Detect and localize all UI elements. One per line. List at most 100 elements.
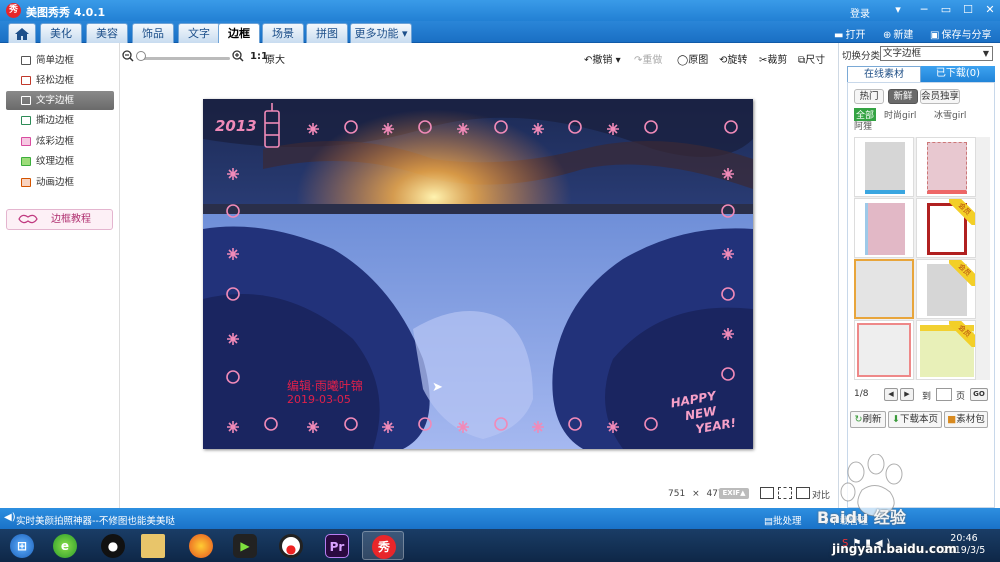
frame-thumbnail[interactable] bbox=[854, 198, 914, 258]
taskbar-firefox[interactable] bbox=[180, 531, 222, 560]
tutorial-label: 边框教程 bbox=[51, 214, 91, 225]
material-pack-button[interactable]: ■素材包 bbox=[944, 411, 988, 428]
original-image-button[interactable]: ◯原图 bbox=[677, 51, 708, 66]
pill-vip-only[interactable]: 会员独享 bbox=[920, 89, 960, 104]
main-tab-bar: 美化 美容 饰品 文字 边框 场景 拼图 更多功能 ▾ ▬ 打开 ⊕ 新建 ▣ 保存与… bbox=[0, 21, 1000, 43]
frame-thumbnail[interactable] bbox=[854, 137, 914, 197]
filter-fashion-girl[interactable]: 时尚girl bbox=[884, 108, 916, 121]
tab-online-materials[interactable]: 在线素材 bbox=[847, 66, 921, 82]
sidebar-item-colorful[interactable]: 炫彩边框 bbox=[6, 132, 114, 151]
pill-hot[interactable]: 热门 bbox=[854, 89, 884, 104]
sidebar-item-texture[interactable]: 纹理边框 bbox=[6, 152, 114, 171]
tab-text[interactable]: 文字 bbox=[178, 23, 220, 43]
edit-toolbar: 1:1 原大 ↶撤销 ▾ ↷重做 ◯原图 ⟲旋转 ✂裁剪 ⧉尺寸 bbox=[122, 47, 834, 69]
tab-frame[interactable]: 边框 bbox=[218, 23, 260, 43]
tab-more[interactable]: 更多功能 ▾ bbox=[350, 23, 412, 43]
close-button[interactable]: ✕ bbox=[982, 3, 998, 17]
exif-button[interactable]: EXIF▲ bbox=[719, 488, 749, 499]
new-button[interactable]: ⊕ 新建 bbox=[883, 26, 913, 41]
frame-thumbnail[interactable]: 会员 bbox=[916, 198, 976, 258]
frame-thumbnail-selected[interactable] bbox=[854, 259, 914, 319]
single-view-icon[interactable] bbox=[760, 487, 774, 499]
taskbar-video-player[interactable]: ▶ bbox=[224, 531, 266, 560]
plus-icon: ⊕ bbox=[883, 30, 892, 41]
restore-button[interactable]: ▭ bbox=[938, 3, 954, 17]
refresh-button[interactable]: ↻刷新 bbox=[850, 411, 886, 428]
frame-thumbnail[interactable]: 会员 bbox=[916, 320, 976, 380]
download-manager-button[interactable]: ⬇下载管理 bbox=[822, 513, 868, 527]
redo-button[interactable]: ↷重做 bbox=[634, 51, 662, 66]
taskbar-meitu-xiuxiu[interactable]: 秀 bbox=[362, 531, 404, 560]
category-select[interactable]: 文字边框 ▼ bbox=[880, 46, 993, 61]
minimize-button[interactable]: ─ bbox=[916, 3, 932, 17]
compare-icon[interactable] bbox=[796, 487, 810, 499]
sidebar-item-text-frame[interactable]: 文字边框 bbox=[6, 91, 114, 110]
tab-face[interactable]: 美容 bbox=[86, 23, 128, 43]
page-number-input[interactable] bbox=[936, 388, 952, 401]
rotate-button[interactable]: ⟲旋转 bbox=[719, 51, 747, 66]
maximize-button[interactable]: ☐ bbox=[960, 3, 976, 17]
clock-time: 20:46 bbox=[950, 533, 978, 544]
frame-thumbnail[interactable] bbox=[854, 320, 914, 380]
batch-icon: ▤ bbox=[764, 516, 773, 527]
frame-tutorial-button[interactable]: 边框教程 bbox=[6, 209, 113, 230]
zoom-slider[interactable] bbox=[138, 57, 230, 60]
sidebar-item-simple[interactable]: 简单边框 bbox=[6, 51, 114, 70]
sidebar-item-animated[interactable]: 动画边框 bbox=[6, 173, 114, 192]
filter-ali[interactable]: 阿狸 bbox=[854, 119, 872, 132]
tray-network-icon[interactable]: ▮ bbox=[865, 538, 875, 549]
resize-label: 尺寸 bbox=[805, 55, 826, 66]
download-page-button[interactable]: ⬇下载本页 bbox=[888, 411, 942, 428]
tray-sogou-icon[interactable]: S bbox=[842, 538, 852, 549]
zoom-in-icon[interactable] bbox=[232, 50, 244, 65]
taskbar-360-browser[interactable]: e bbox=[44, 531, 86, 560]
next-page-button[interactable]: ▶ bbox=[900, 388, 914, 401]
resize-button[interactable]: ⧉尺寸 bbox=[798, 51, 825, 66]
status-tip[interactable]: 实时美颜拍照神器--不修图也能美美哒 bbox=[16, 513, 175, 527]
tab-collage[interactable]: 拼图 bbox=[306, 23, 348, 43]
frame-thumbnail[interactable] bbox=[916, 137, 976, 197]
taskbar-file-explorer[interactable] bbox=[132, 531, 174, 560]
edited-photo[interactable]: 2013 编辑·雨曦叶锦 2019-03-05 HAPPY NEW YEAR! … bbox=[203, 99, 753, 449]
pill-new[interactable]: 新鲜 bbox=[888, 89, 918, 104]
status-bar: ◀) 实时美颜拍照神器--不修图也能美美哒 ▤批处理 ⬇下载管理 bbox=[0, 508, 1000, 529]
home-tab[interactable] bbox=[8, 23, 36, 43]
taskbar-clock[interactable]: 20:46 2019/3/5 bbox=[938, 533, 990, 557]
zoom-out-icon[interactable] bbox=[122, 50, 134, 65]
tray-flag-icon[interactable]: ⚑ bbox=[852, 538, 865, 549]
vip-badge: 会员 bbox=[949, 199, 975, 225]
zoom-slider-handle[interactable] bbox=[136, 51, 146, 61]
crop-button[interactable]: ✂裁剪 bbox=[759, 51, 787, 66]
title-bar: 秀 美图秀秀 4.0.1 登录 ▾ ─ ▭ ☐ ✕ bbox=[0, 0, 1000, 21]
download-page-label: 下载本页 bbox=[899, 414, 938, 425]
qq-penguin-icon: ● bbox=[101, 534, 125, 558]
filter-snow-girl[interactable]: 冰雪girl bbox=[934, 108, 966, 121]
prev-page-button[interactable]: ◀ bbox=[884, 388, 898, 401]
frame-thumbnail[interactable]: 会员 bbox=[916, 259, 976, 319]
taskbar-premiere[interactable]: Pr bbox=[316, 531, 358, 560]
tray-volume-icon[interactable]: ◀) bbox=[875, 538, 895, 549]
taskbar-qq[interactable]: ● bbox=[92, 531, 134, 560]
sidebar-item-easy[interactable]: 轻松边框 bbox=[6, 71, 114, 90]
tab-beautify[interactable]: 美化 bbox=[40, 23, 82, 43]
split-view-icon[interactable] bbox=[778, 487, 792, 499]
go-button[interactable]: GO bbox=[970, 388, 988, 401]
sidebar-item-torn[interactable]: 撕边边框 bbox=[6, 111, 114, 130]
tab-accessories[interactable]: 饰品 bbox=[132, 23, 174, 43]
batch-process-button[interactable]: ▤批处理 bbox=[764, 513, 802, 527]
compare-label[interactable]: 对比 bbox=[812, 488, 830, 501]
original-size-label[interactable]: 原大 bbox=[265, 51, 285, 66]
material-pack-label: 素材包 bbox=[956, 414, 985, 425]
sidebar-item-label: 文字边框 bbox=[36, 95, 75, 106]
login-link[interactable]: 登录 bbox=[850, 5, 870, 20]
skin-icon[interactable]: ▾ bbox=[890, 3, 906, 17]
tab-downloaded[interactable]: 已下载(0) bbox=[921, 66, 995, 82]
taskbar-recorder[interactable]: ● bbox=[270, 531, 312, 560]
undo-button[interactable]: ↶撤销 ▾ bbox=[584, 51, 621, 66]
start-button[interactable]: ⊞ bbox=[2, 531, 44, 560]
folder-icon bbox=[141, 534, 165, 558]
save-share-button[interactable]: ▣ 保存与分享 bbox=[930, 26, 991, 41]
open-button[interactable]: ▬ 打开 bbox=[834, 26, 865, 41]
tab-scene[interactable]: 场景 bbox=[262, 23, 304, 43]
colorful-frame-icon bbox=[21, 137, 31, 146]
